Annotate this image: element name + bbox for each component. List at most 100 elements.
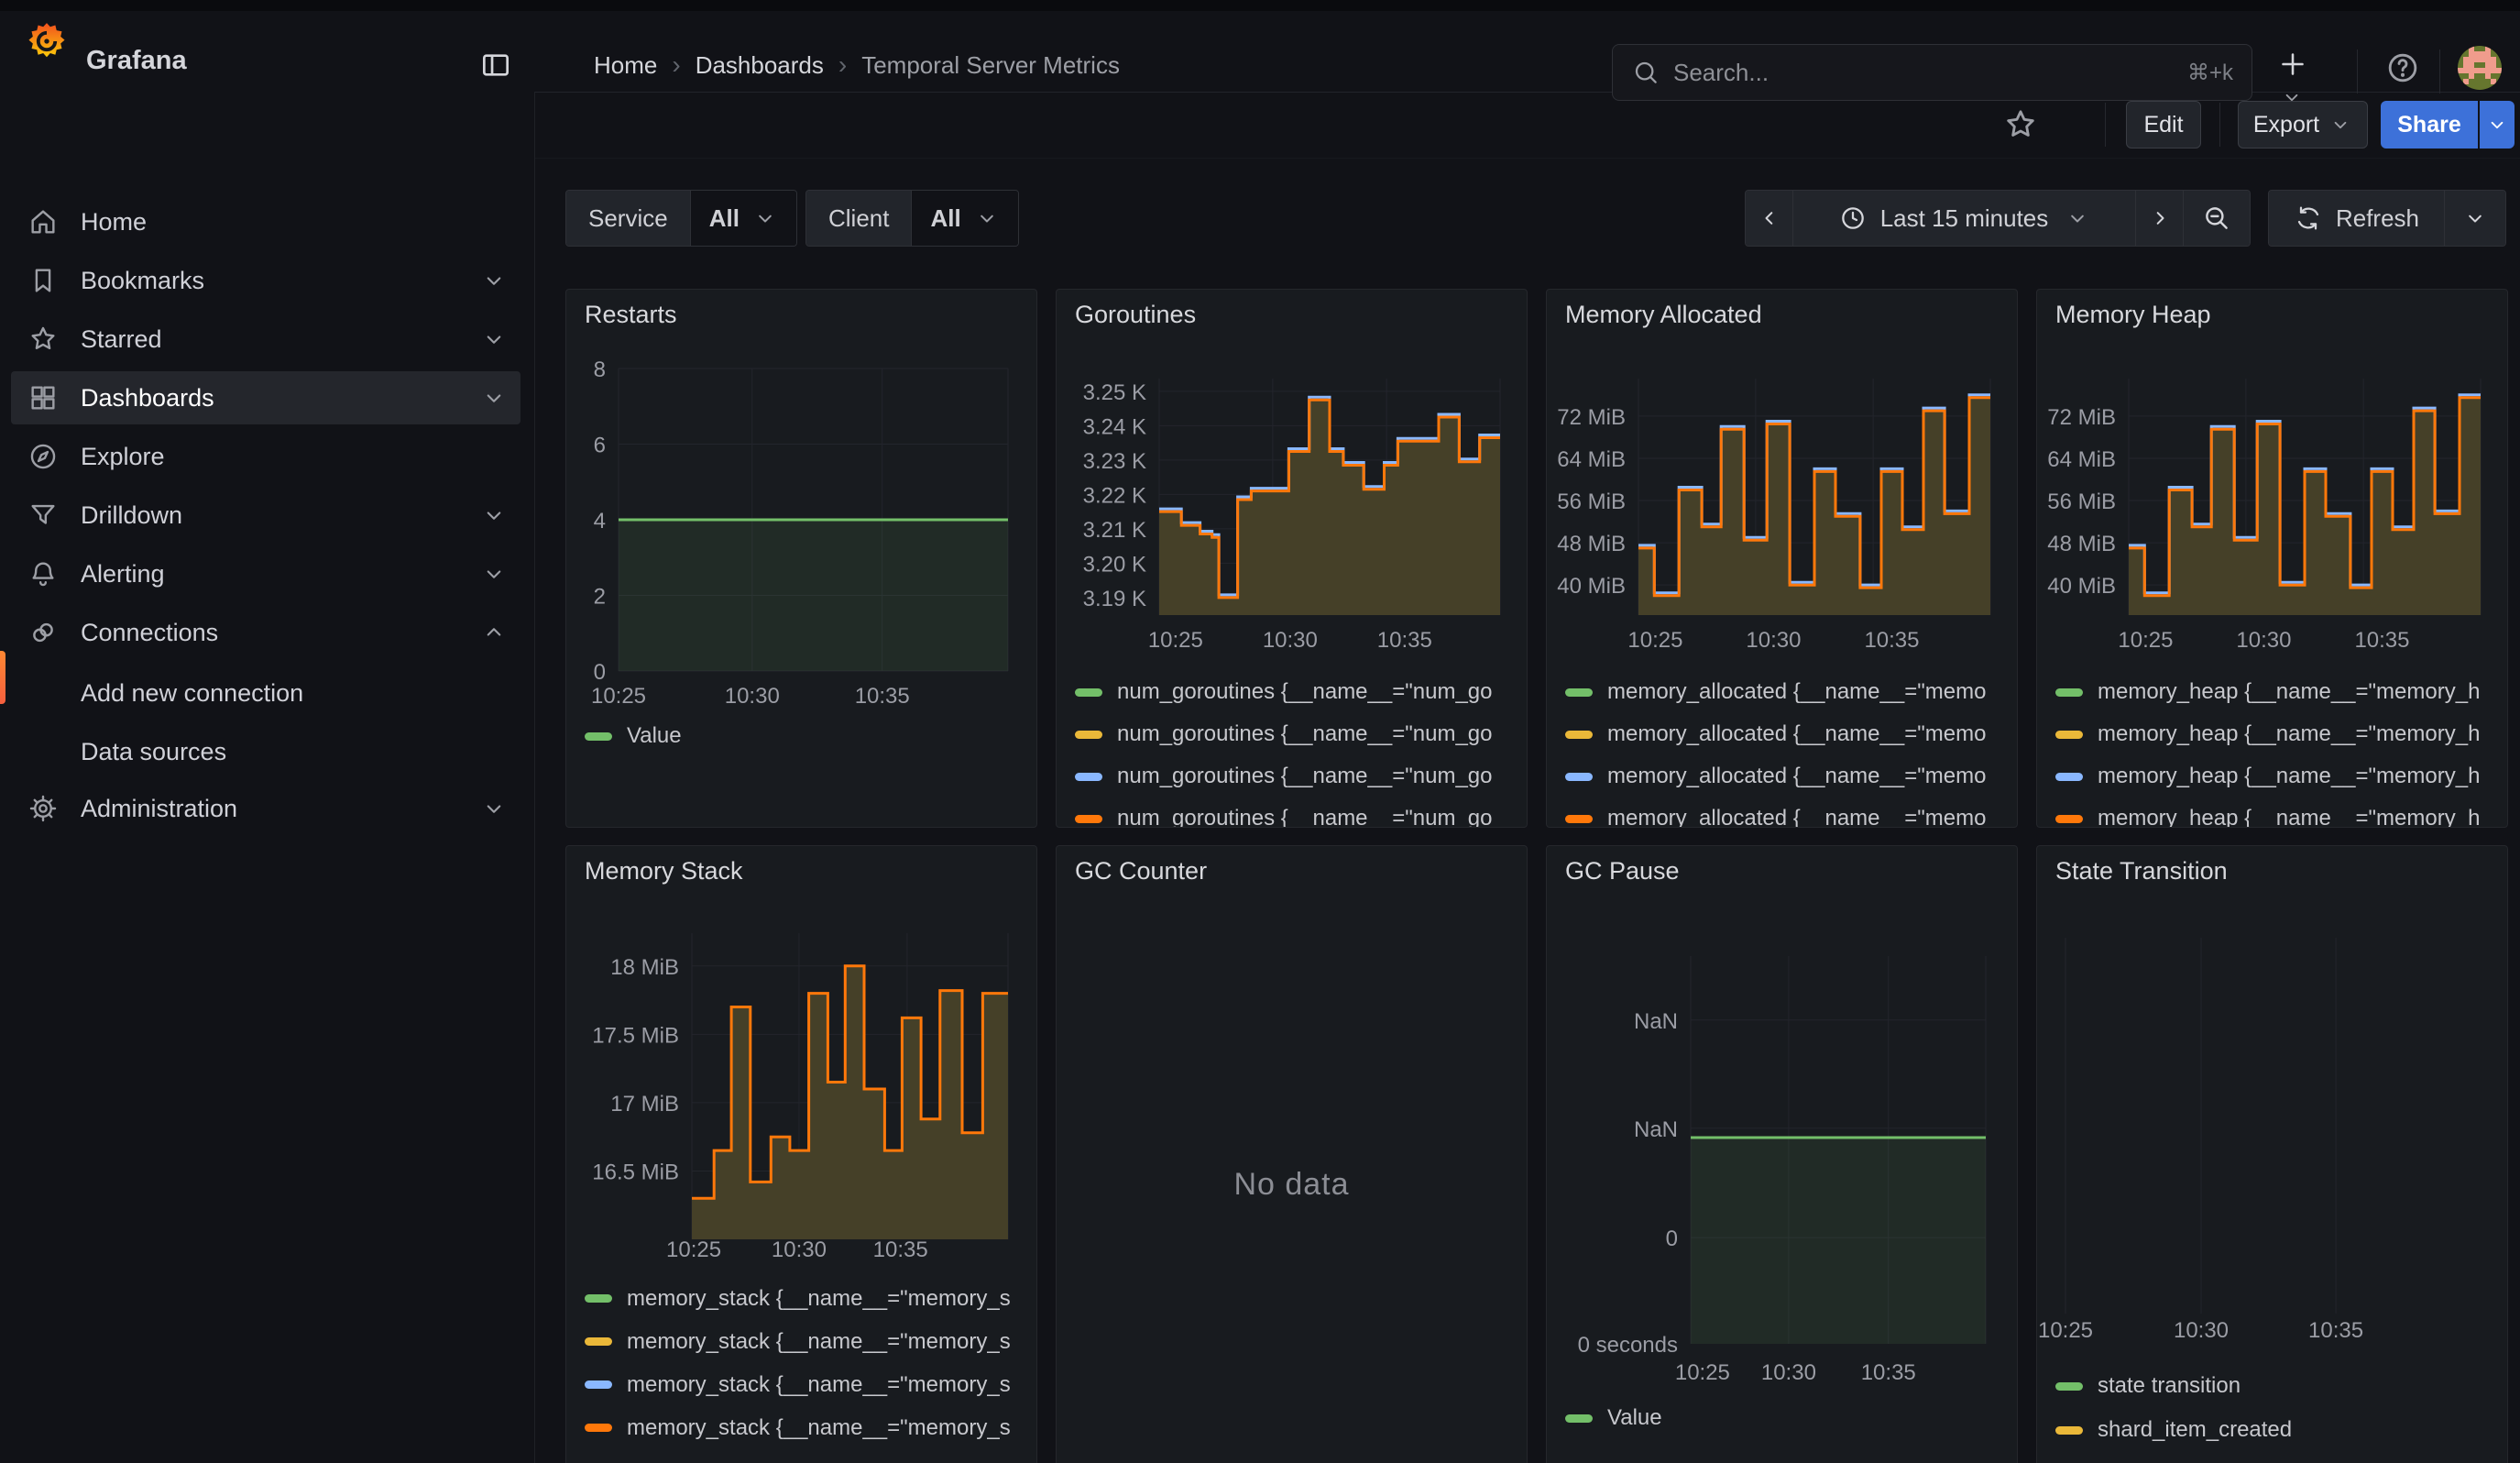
clock-icon <box>1838 204 1868 233</box>
legend-marker <box>585 1294 612 1303</box>
service-filter[interactable]: Service All <box>565 190 797 247</box>
svg-text:3.20 K: 3.20 K <box>1083 552 1146 577</box>
legend-item[interactable]: state transition <box>2055 1364 2292 1408</box>
sidebar-item-starred[interactable]: Starred <box>11 313 520 366</box>
service-filter-selected: All <box>709 204 740 233</box>
legend-marker <box>1565 688 1593 697</box>
panel-title[interactable]: Memory Heap <box>2055 301 2211 329</box>
help-button[interactable] <box>2384 50 2421 86</box>
client-filter[interactable]: Client All <box>805 190 1019 247</box>
panel-title[interactable]: Goroutines <box>1075 301 1196 329</box>
legend-marker <box>2055 1382 2083 1391</box>
chevron-up-icon[interactable] <box>480 619 508 646</box>
legend-item[interactable]: num_goroutines {__name__="num_go <box>1075 798 1493 828</box>
chevron-down-icon[interactable] <box>480 560 508 588</box>
chevron-right-icon <box>2147 205 2173 231</box>
favorite-button[interactable] <box>2002 106 2039 143</box>
dock-sidebar-icon[interactable] <box>478 48 513 82</box>
svg-text:10:30: 10:30 <box>2236 628 2291 653</box>
legend-item[interactable]: memory_allocated {__name__="memo <box>1565 798 1986 828</box>
panel-title[interactable]: Memory Allocated <box>1565 301 1762 329</box>
time-shift-back-button[interactable] <box>1746 191 1793 246</box>
chart-gc-pause[interactable]: NaNNaN00 seconds10:2510:3010:35 <box>1547 846 2018 1463</box>
chevron-down-icon[interactable] <box>480 501 508 529</box>
sidebar-item-label: Dashboards <box>81 384 214 412</box>
legend-marker <box>1565 731 1593 739</box>
panel-title[interactable]: State Transition <box>2055 857 2228 886</box>
chevron-down-icon[interactable] <box>480 384 508 412</box>
legend-item[interactable]: Value <box>1565 1397 1662 1439</box>
chevron-down-icon <box>752 205 778 231</box>
svg-text:48 MiB: 48 MiB <box>1557 532 1626 556</box>
panel-memory-allocated: Memory Allocated72 MiB64 MiB56 MiB48 MiB… <box>1546 289 2018 828</box>
legend-item[interactable]: memory_allocated {__name__="memo <box>1565 755 1986 798</box>
panel-legend: memory_allocated {__name__="memomemory_a… <box>1565 671 1986 828</box>
refresh-button[interactable]: Refresh <box>2269 191 2445 246</box>
legend-item[interactable]: memory_allocated {__name__="memo <box>1565 671 1986 713</box>
svg-text:3.19 K: 3.19 K <box>1083 587 1146 611</box>
legend-item[interactable]: memory_stack {__name__="memory_s <box>585 1406 1011 1449</box>
sidebar-item-label: Starred <box>81 325 162 354</box>
svg-text:72 MiB: 72 MiB <box>1557 405 1626 430</box>
legend-item[interactable]: memory_heap {__name__="memory_h <box>2055 671 2480 713</box>
legend-item[interactable]: memory_allocated {__name__="memo <box>1565 713 1986 755</box>
sidebar-item-data-sources[interactable]: Data sources <box>11 725 520 778</box>
service-filter-value[interactable]: All <box>691 191 796 246</box>
panel-goroutines: Goroutines3.25 K3.24 K3.23 K3.22 K3.21 K… <box>1056 289 1528 828</box>
sidebar-item-alerting[interactable]: Alerting <box>11 547 520 600</box>
svg-text:48 MiB: 48 MiB <box>2047 532 2116 556</box>
sidebar-item-add-new-connection[interactable]: Add new connection <box>11 666 520 720</box>
sidebar-item-dashboards[interactable]: Dashboards <box>11 371 520 424</box>
svg-text:40 MiB: 40 MiB <box>2047 574 2116 599</box>
client-filter-value[interactable]: All <box>912 191 1017 246</box>
chevron-down-icon[interactable] <box>480 325 508 353</box>
svg-text:10:25: 10:25 <box>666 1238 721 1262</box>
sidebar-item-label: Explore <box>81 443 165 471</box>
grafana-logo-icon[interactable] <box>26 20 68 62</box>
chevron-down-icon[interactable] <box>480 795 508 822</box>
panel-title[interactable]: GC Pause <box>1565 857 1680 886</box>
sidebar-item-bookmarks[interactable]: Bookmarks <box>11 254 520 307</box>
time-shift-forward-button[interactable] <box>2136 191 2184 246</box>
legend-item[interactable]: memory_heap {__name__="memory_h <box>2055 798 2480 828</box>
legend-label: memory_heap {__name__="memory_h <box>2098 679 2480 705</box>
export-button[interactable]: Export <box>2238 101 2368 148</box>
legend-item[interactable]: memory_heap {__name__="memory_h <box>2055 755 2480 798</box>
edit-button[interactable]: Edit <box>2126 101 2201 148</box>
panel-title[interactable]: Memory Stack <box>585 857 743 886</box>
avatar[interactable] <box>2458 46 2502 90</box>
legend-item[interactable]: Value <box>585 715 682 757</box>
breadcrumb-dashboards[interactable]: Dashboards <box>696 51 824 80</box>
svg-text:10:25: 10:25 <box>1627 628 1682 653</box>
sidebar-item-connections[interactable]: Connections <box>11 606 520 659</box>
svg-text:3.24 K: 3.24 K <box>1083 414 1146 439</box>
legend-item[interactable]: num_goroutines {__name__="num_go <box>1075 755 1493 798</box>
panel-title[interactable]: GC Counter <box>1075 857 1207 886</box>
legend-item[interactable]: num_goroutines {__name__="num_go <box>1075 713 1493 755</box>
legend-item[interactable]: memory_stack {__name__="memory_s <box>585 1363 1011 1406</box>
legend-item[interactable]: shard_item_created <box>2055 1408 2292 1452</box>
share-button[interactable]: Share <box>2381 101 2478 148</box>
svg-text:10:35: 10:35 <box>1377 628 1432 653</box>
sidebar-item-label: Alerting <box>81 560 165 588</box>
sidebar-item-administration[interactable]: Administration <box>11 782 520 835</box>
sidebar-item-drilldown[interactable]: Drilldown <box>11 489 520 542</box>
breadcrumb-home[interactable]: Home <box>594 51 657 80</box>
add-new-button[interactable] <box>2276 48 2340 82</box>
sidebar-item-explore[interactable]: Explore <box>11 430 520 483</box>
legend-label: Value <box>627 723 682 749</box>
legend-item[interactable]: memory_heap {__name__="memory_h <box>2055 713 2480 755</box>
refresh-interval-button[interactable] <box>2445 191 2505 246</box>
svg-text:3.23 K: 3.23 K <box>1083 449 1146 474</box>
sidebar-item-home[interactable]: Home <box>11 195 520 248</box>
legend-marker <box>585 1337 612 1346</box>
legend-item[interactable]: memory_stack {__name__="memory_s <box>585 1320 1011 1363</box>
legend-label: state transition <box>2098 1373 2241 1399</box>
time-range-picker[interactable]: Last 15 minutes <box>1793 191 2136 246</box>
zoom-out-button[interactable] <box>2184 191 2250 246</box>
legend-item[interactable]: num_goroutines {__name__="num_go <box>1075 671 1493 713</box>
share-menu-button[interactable] <box>2480 101 2515 148</box>
chevron-down-icon[interactable] <box>480 267 508 294</box>
legend-item[interactable]: memory_stack {__name__="memory_s <box>585 1277 1011 1320</box>
panel-title[interactable]: Restarts <box>585 301 677 329</box>
